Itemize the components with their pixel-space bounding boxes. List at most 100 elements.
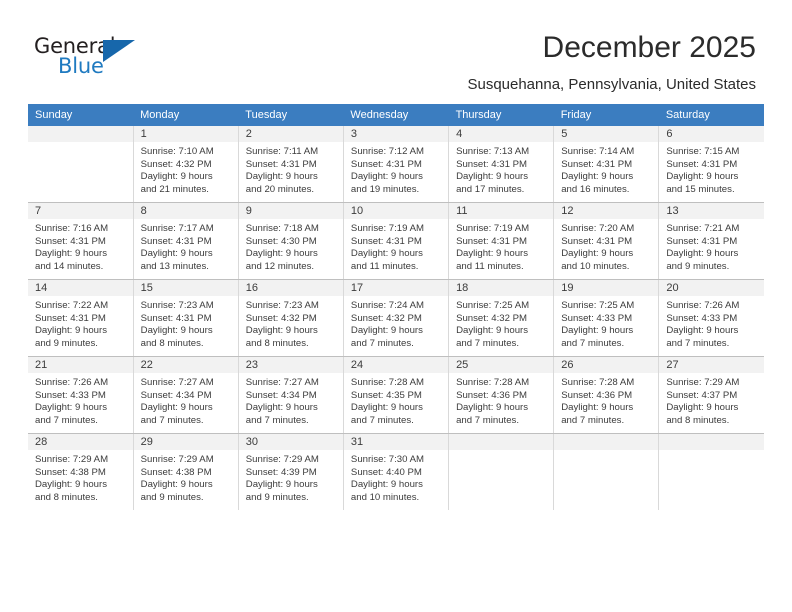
calendar-day-cell[interactable]: 14 Sunrise: 7:22 AM Sunset: 4:31 PM Dayligh… [28,279,134,357]
weekday-header-saturday: Saturday [658,104,764,126]
calendar-day-cell[interactable]: 2 Sunrise: 7:11 AM Sunset: 4:31 PM Daylight… [238,126,344,203]
calendar-day-cell[interactable]: 11 Sunrise: 7:19 AM Sunset: 4:31 PM Dayligh… [448,202,555,280]
daylight-duration-line1: Daylight: 9 hours [350,479,423,491]
sunrise-time: Sunrise: 7:22 AM [35,300,109,311]
calendar-day-cell[interactable]: 23 Sunrise: 7:27 AM Sunset: 4:34 PM Dayligh… [238,356,344,434]
day-details: Sunrise: 7:28 AM Sunset: 4:36 PM Daylight:… [449,373,553,427]
day-details: Sunrise: 7:21 AM Sunset: 4:31 PM Daylight:… [659,219,764,273]
daylight-duration-line2: and 7 minutes. [456,414,519,426]
calendar-day-cell[interactable]: 22 Sunrise: 7:27 AM Sunset: 4:34 PM Dayligh… [133,356,239,434]
calendar-day-cell[interactable]: 30 Sunrise: 7:29 AM Sunset: 4:39 PM Dayligh… [238,433,344,510]
sunset-time: Sunset: 4:38 PM [140,466,212,478]
sunset-time: Sunset: 4:33 PM [35,389,106,401]
daylight-duration-line1: Daylight: 9 hours [350,171,423,183]
daylight-duration-line1: Daylight: 9 hours [456,325,529,337]
calendar-day-cell[interactable]: 24 Sunrise: 7:28 AM Sunset: 4:35 PM Dayligh… [343,356,450,434]
logo-triangle-icon [103,40,135,62]
calendar-day-cell-empty [448,433,555,510]
day-number: 28 [28,434,133,450]
daylight-duration-line1: Daylight: 9 hours [140,325,213,337]
page-title: December 2025 [542,31,756,64]
day-details: Sunrise: 7:29 AM Sunset: 4:39 PM Daylight:… [239,450,343,504]
day-number: 1 [133,126,238,142]
day-details [449,450,553,454]
day-details: Sunrise: 7:28 AM Sunset: 4:36 PM Daylight:… [554,373,658,427]
day-details: Sunrise: 7:18 AM Sunset: 4:30 PM Daylight:… [239,219,343,273]
calendar-day-cell[interactable]: 18 Sunrise: 7:25 AM Sunset: 4:32 PM Dayligh… [448,279,555,357]
sunset-time: Sunset: 4:31 PM [350,235,422,247]
calendar-day-cell[interactable]: 29 Sunrise: 7:29 AM Sunset: 4:38 PM Dayligh… [133,433,239,510]
daylight-duration-line2: and 15 minutes. [666,183,735,195]
daylight-duration-line1: Daylight: 9 hours [140,248,213,260]
calendar-day-cell[interactable]: 7 Sunrise: 7:16 AM Sunset: 4:31 PM Daylight… [28,202,134,280]
day-number [449,434,554,450]
calendar-day-cell[interactable]: 16 Sunrise: 7:23 AM Sunset: 4:32 PM Dayligh… [238,279,344,357]
sunset-time: Sunset: 4:40 PM [350,466,422,478]
sunset-time: Sunset: 4:31 PM [350,158,422,170]
daylight-duration-line2: and 7 minutes. [35,414,98,426]
calendar-day-cell[interactable]: 26 Sunrise: 7:28 AM Sunset: 4:36 PM Dayligh… [553,356,660,434]
sunrise-time: Sunrise: 7:28 AM [456,377,530,388]
sunset-time: Sunset: 4:37 PM [666,389,738,401]
calendar-day-cell[interactable]: 9 Sunrise: 7:18 AM Sunset: 4:30 PM Daylight… [238,202,344,280]
calendar-day-cell[interactable]: 25 Sunrise: 7:28 AM Sunset: 4:36 PM Dayligh… [448,356,555,434]
calendar-day-cell[interactable]: 21 Sunrise: 7:26 AM Sunset: 4:33 PM Dayligh… [28,356,134,434]
calendar-day-cell-inner: 22 Sunrise: 7:27 AM Sunset: 4:34 PM Dayligh… [133,357,238,433]
calendar-day-cell-inner: 17 Sunrise: 7:24 AM Sunset: 4:32 PM Dayligh… [343,280,449,356]
calendar-day-cell[interactable]: 3 Sunrise: 7:12 AM Sunset: 4:31 PM Daylight… [343,126,450,203]
calendar-day-cell[interactable]: 6 Sunrise: 7:15 AM Sunset: 4:31 PM Daylight… [658,126,764,203]
calendar-day-cell[interactable]: 8 Sunrise: 7:17 AM Sunset: 4:31 PM Daylight… [133,202,239,280]
day-details: Sunrise: 7:29 AM Sunset: 4:38 PM Daylight:… [134,450,238,504]
calendar-day-cell-inner: 15 Sunrise: 7:23 AM Sunset: 4:31 PM Dayligh… [133,280,238,356]
calendar-day-cell[interactable]: 31 Sunrise: 7:30 AM Sunset: 4:40 PM Dayligh… [343,433,450,510]
calendar-day-cell[interactable]: 17 Sunrise: 7:24 AM Sunset: 4:32 PM Dayligh… [343,279,450,357]
calendar-day-cell[interactable]: 15 Sunrise: 7:23 AM Sunset: 4:31 PM Dayligh… [133,279,239,357]
day-number: 22 [133,357,238,373]
calendar-day-cell[interactable]: 1 Sunrise: 7:10 AM Sunset: 4:32 PM Daylight… [133,126,239,203]
daylight-duration-line1: Daylight: 9 hours [350,248,423,260]
calendar-day-cell[interactable]: 12 Sunrise: 7:20 AM Sunset: 4:31 PM Dayligh… [553,202,660,280]
day-number: 7 [28,203,133,219]
calendar-day-cell-empty [658,433,764,510]
calendar-day-cell-inner: 29 Sunrise: 7:29 AM Sunset: 4:38 PM Dayligh… [133,434,238,510]
daylight-duration-line1: Daylight: 9 hours [561,325,634,337]
daylight-duration-line1: Daylight: 9 hours [245,479,318,491]
day-number: 8 [133,203,238,219]
calendar-day-cell[interactable]: 28 Sunrise: 7:29 AM Sunset: 4:38 PM Dayligh… [28,433,134,510]
calendar-day-cell[interactable]: 20 Sunrise: 7:26 AM Sunset: 4:33 PM Dayligh… [658,279,764,357]
sunrise-time: Sunrise: 7:16 AM [35,223,109,234]
calendar-day-cell-inner: 25 Sunrise: 7:28 AM Sunset: 4:36 PM Dayligh… [449,357,554,433]
calendar-body: 1 Sunrise: 7:10 AM Sunset: 4:32 PM Daylight… [28,126,764,510]
logo-text-blue: Blue [58,54,104,78]
calendar-day-cell[interactable]: 27 Sunrise: 7:29 AM Sunset: 4:37 PM Dayligh… [658,356,764,434]
day-number: 31 [343,434,449,450]
weekday-header-thursday: Thursday [448,104,554,126]
day-details: Sunrise: 7:29 AM Sunset: 4:38 PM Daylight:… [28,450,133,504]
daylight-duration-line1: Daylight: 9 hours [140,479,213,491]
daylight-duration-line1: Daylight: 9 hours [245,325,318,337]
general-blue-logo[interactable]: General Blue [34,34,164,84]
calendar-day-cell[interactable]: 10 Sunrise: 7:19 AM Sunset: 4:31 PM Dayligh… [343,202,450,280]
calendar-day-cell[interactable]: 5 Sunrise: 7:14 AM Sunset: 4:31 PM Daylight… [553,126,660,203]
day-details [28,142,133,146]
day-number: 5 [554,126,659,142]
day-details: Sunrise: 7:23 AM Sunset: 4:32 PM Daylight:… [239,296,343,350]
sunset-time: Sunset: 4:31 PM [35,312,106,324]
sunrise-time: Sunrise: 7:26 AM [35,377,109,388]
day-details: Sunrise: 7:12 AM Sunset: 4:31 PM Daylight:… [344,142,448,196]
day-details: Sunrise: 7:27 AM Sunset: 4:34 PM Daylight:… [239,373,343,427]
calendar-day-cell[interactable]: 13 Sunrise: 7:21 AM Sunset: 4:31 PM Dayligh… [658,202,764,280]
sunset-time: Sunset: 4:34 PM [140,389,212,401]
calendar-day-cell-inner: 11 Sunrise: 7:19 AM Sunset: 4:31 PM Dayligh… [449,203,554,279]
day-details: Sunrise: 7:17 AM Sunset: 4:31 PM Daylight:… [134,219,238,273]
day-number: 10 [343,203,449,219]
day-details: Sunrise: 7:10 AM Sunset: 4:32 PM Daylight:… [134,142,238,196]
day-number: 25 [449,357,554,373]
day-details: Sunrise: 7:19 AM Sunset: 4:31 PM Daylight:… [449,219,553,273]
calendar-day-cell[interactable]: 4 Sunrise: 7:13 AM Sunset: 4:31 PM Daylight… [448,126,555,203]
day-details: Sunrise: 7:13 AM Sunset: 4:31 PM Daylight:… [449,142,553,196]
daylight-duration-line1: Daylight: 9 hours [666,325,739,337]
calendar-day-cell[interactable]: 19 Sunrise: 7:25 AM Sunset: 4:33 PM Dayligh… [553,279,660,357]
day-number [28,126,133,142]
day-number: 21 [28,357,133,373]
